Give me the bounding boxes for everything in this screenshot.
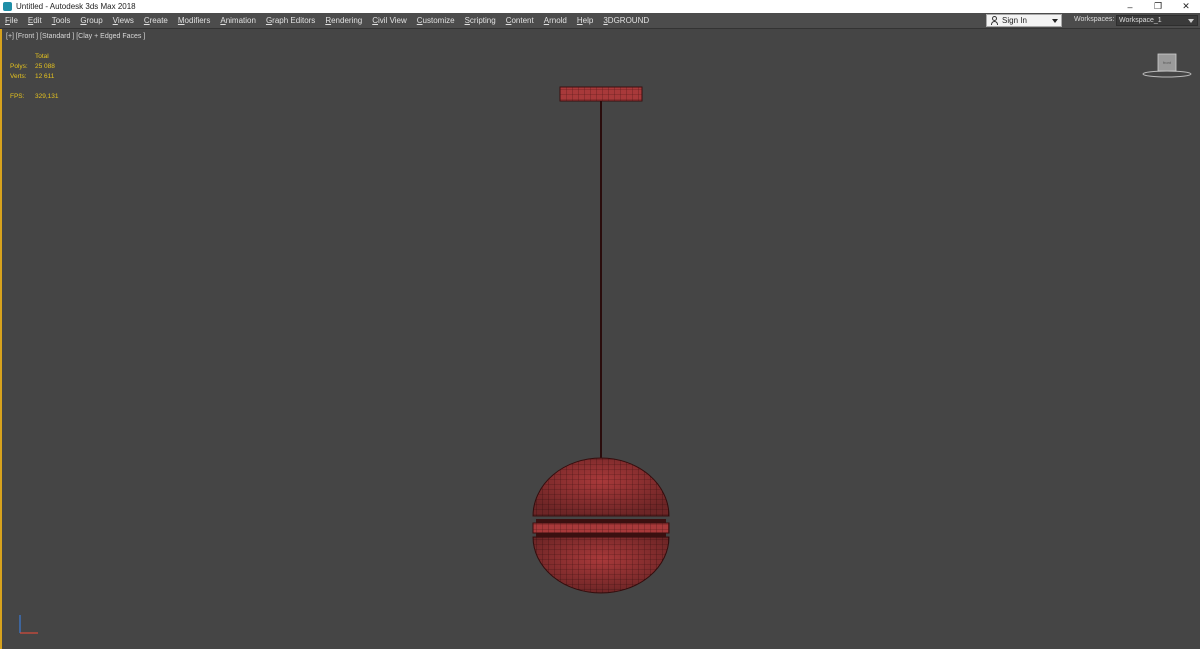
workspace-select[interactable]: Workspace_1 — [1116, 15, 1198, 26]
menu-content[interactable]: Content — [501, 16, 539, 25]
sign-in-label: Sign In — [1002, 16, 1027, 25]
menu-edit[interactable]: Edit — [23, 16, 47, 25]
menu-graph-editors[interactable]: Graph Editors — [261, 16, 320, 25]
lamp-gap-shadow-lower — [536, 533, 666, 537]
chevron-down-icon — [1188, 19, 1194, 23]
menu-scripting[interactable]: Scripting — [460, 16, 501, 25]
menu-customize[interactable]: Customize — [412, 16, 460, 25]
lamp-middle-ring[interactable] — [532, 522, 670, 534]
menu-animation[interactable]: Animation — [215, 16, 261, 25]
menu-views[interactable]: Views — [108, 16, 139, 25]
window-controls: – ❐ ✕ — [1116, 0, 1200, 13]
lamp-gap-shadow — [536, 519, 666, 523]
chevron-down-icon — [1052, 19, 1058, 23]
menu-items: File Edit Tools Group Views Create Modif… — [0, 13, 654, 28]
menu-file[interactable]: File — [0, 16, 23, 25]
restore-button[interactable]: ❐ — [1144, 0, 1172, 13]
pendant-lamp-model[interactable] — [532, 86, 670, 594]
menu-help[interactable]: Help — [572, 16, 598, 25]
window-title: Untitled - Autodesk 3ds Max 2018 — [16, 2, 136, 11]
workspace-value: Workspace_1 — [1119, 17, 1162, 24]
workspaces-label: Workspaces: — [1074, 16, 1115, 23]
menu-3dground[interactable]: 3DGROUND — [598, 16, 654, 25]
scene-canvas[interactable] — [2, 29, 1200, 649]
minimize-button[interactable]: – — [1116, 0, 1144, 13]
front-viewport[interactable]: [+] [Front ] [Standard ] [Clay + Edged F… — [0, 29, 1200, 649]
menu-rendering[interactable]: Rendering — [320, 16, 367, 25]
menu-group[interactable]: Group — [75, 16, 107, 25]
menu-tools[interactable]: Tools — [47, 16, 76, 25]
axis-tripod-icon — [19, 615, 38, 634]
menu-create[interactable]: Create — [139, 16, 173, 25]
menu-arnold[interactable]: Arnold — [539, 16, 572, 25]
menu-modifiers[interactable]: Modifiers — [173, 16, 215, 25]
app-icon — [3, 2, 12, 11]
menu-civil-view[interactable]: Civil View — [367, 16, 412, 25]
user-icon — [990, 16, 999, 25]
sign-in-dropdown[interactable]: Sign In — [986, 14, 1062, 27]
title-bar: Untitled - Autodesk 3ds Max 2018 – ❐ ✕ — [0, 0, 1200, 13]
ceiling-canopy[interactable] — [559, 86, 643, 102]
close-button[interactable]: ✕ — [1172, 0, 1200, 13]
menu-bar: File Edit Tools Group Views Create Modif… — [0, 13, 1200, 29]
